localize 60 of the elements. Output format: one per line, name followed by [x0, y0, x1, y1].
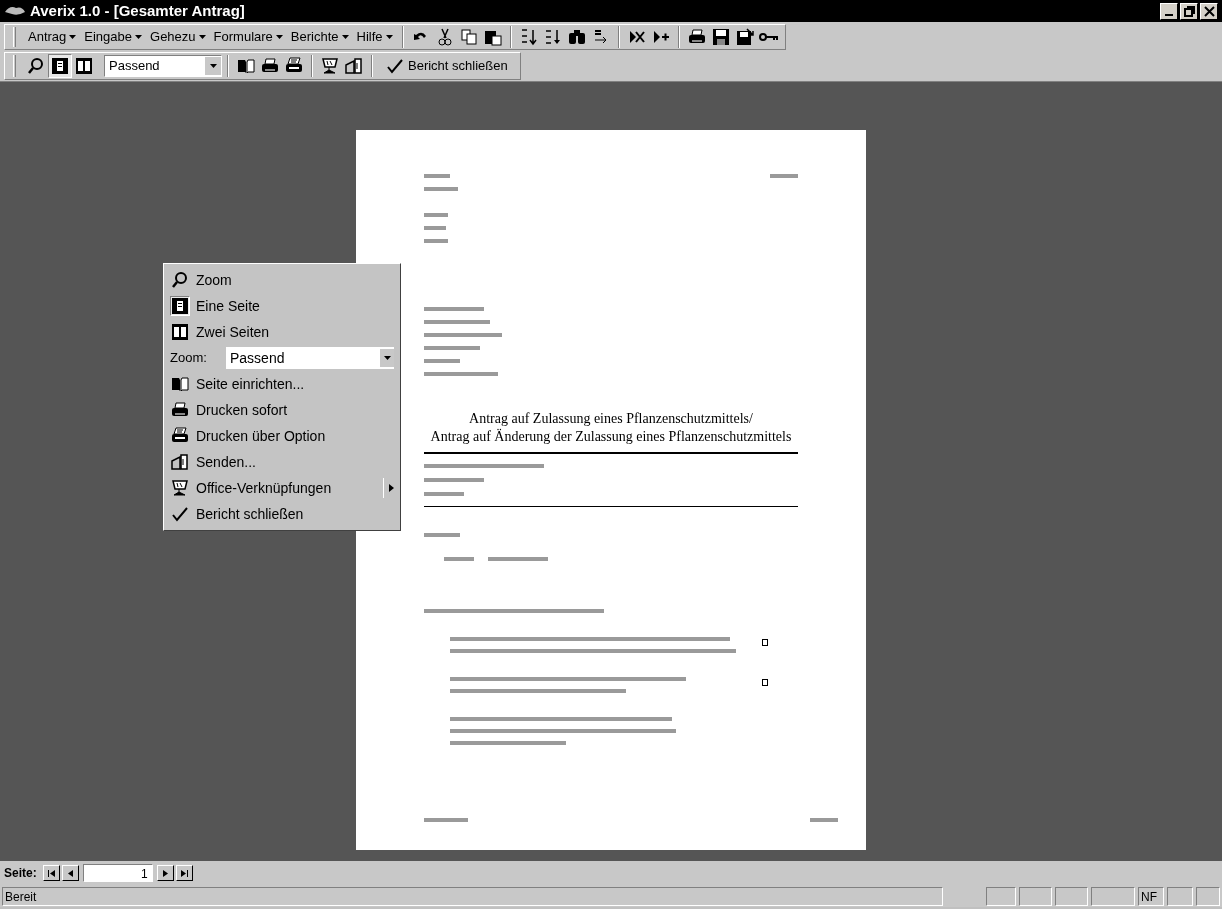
submenu-arrow-icon [383, 478, 394, 498]
status-indicator: NF [1138, 886, 1164, 906]
menu-item[interactable]: Seite einrichten... [164, 371, 400, 397]
status-panel [1019, 886, 1052, 906]
menu-item[interactable]: Office-Verknüpfungen [164, 475, 400, 501]
zoom-icon [170, 270, 190, 290]
first-page-icon [46, 869, 56, 877]
restore-icon [1181, 3, 1197, 19]
menu-item[interactable]: Senden... [164, 449, 400, 475]
previous-page-icon [65, 869, 75, 877]
menu-item[interactable]: Gehezu [146, 25, 210, 48]
page-label: Seite: [4, 865, 37, 882]
status-panel [1167, 886, 1193, 906]
caret-icon [135, 34, 143, 39]
zoom-dropdown[interactable]: Passend [226, 347, 394, 369]
menu-item[interactable]: Bericht schließen [164, 501, 400, 527]
status-panel [1091, 886, 1135, 906]
page-number-field[interactable]: 1 [82, 864, 153, 882]
status-panel [986, 886, 1016, 906]
open-book-icon [170, 374, 190, 394]
menu-item[interactable]: Eine Seite [164, 293, 400, 319]
document-title: Antrag auf Zulassung eines Pflanzenschutzmittels/ [469, 410, 753, 428]
status-panel [1055, 886, 1088, 906]
menu-item[interactable]: Zwei Seiten [164, 319, 400, 345]
previous-page-button[interactable] [61, 865, 79, 881]
first-page-button[interactable] [42, 865, 60, 881]
next-page-button[interactable] [156, 865, 174, 881]
caret-icon [275, 34, 283, 39]
minimize-icon [1165, 13, 1173, 16]
last-page-button[interactable] [175, 865, 193, 881]
caret-icon [385, 34, 393, 39]
restore-button[interactable] [1180, 2, 1198, 20]
checkmark-icon [386, 57, 404, 75]
menu-item[interactable]: Drucken über Option [164, 423, 400, 449]
menu-item[interactable]: Zoom [164, 267, 400, 293]
envelope-document-icon [170, 452, 190, 472]
next-page-icon [160, 869, 170, 877]
close-report-button[interactable]: Bericht schließen [378, 54, 516, 78]
document-title: Antrag auf Änderung der Zulassung eines Pflanzenschutzmittels [430, 428, 792, 446]
caret-icon [341, 34, 349, 39]
single-page-button[interactable] [48, 54, 72, 78]
menu-item[interactable]: Eingabe [80, 25, 147, 48]
menu-item[interactable]: Berichte [286, 25, 353, 48]
caret-icon [198, 34, 206, 39]
menu-item[interactable]: Antrag [24, 25, 81, 48]
caret-icon [69, 34, 77, 39]
status-text: Bereit [2, 886, 943, 906]
app-icon [4, 4, 26, 18]
last-page-icon [179, 869, 189, 877]
office-icon [170, 478, 190, 498]
zoom-dropdown[interactable]: Passend [104, 55, 222, 77]
menu-item[interactable]: Drucken sofort [164, 397, 400, 423]
zoom-label: Zoom: [170, 349, 208, 368]
status-panel [1196, 886, 1220, 906]
menu-item[interactable]: Hilfe [352, 25, 397, 48]
minimize-button[interactable] [1160, 2, 1178, 20]
window-title: Averix 1.0 - [Gesamter Antrag] [30, 0, 245, 21]
close-button[interactable] [1200, 2, 1218, 20]
close-icon [1201, 3, 1217, 19]
menu-item[interactable]: Formulare [209, 25, 287, 48]
